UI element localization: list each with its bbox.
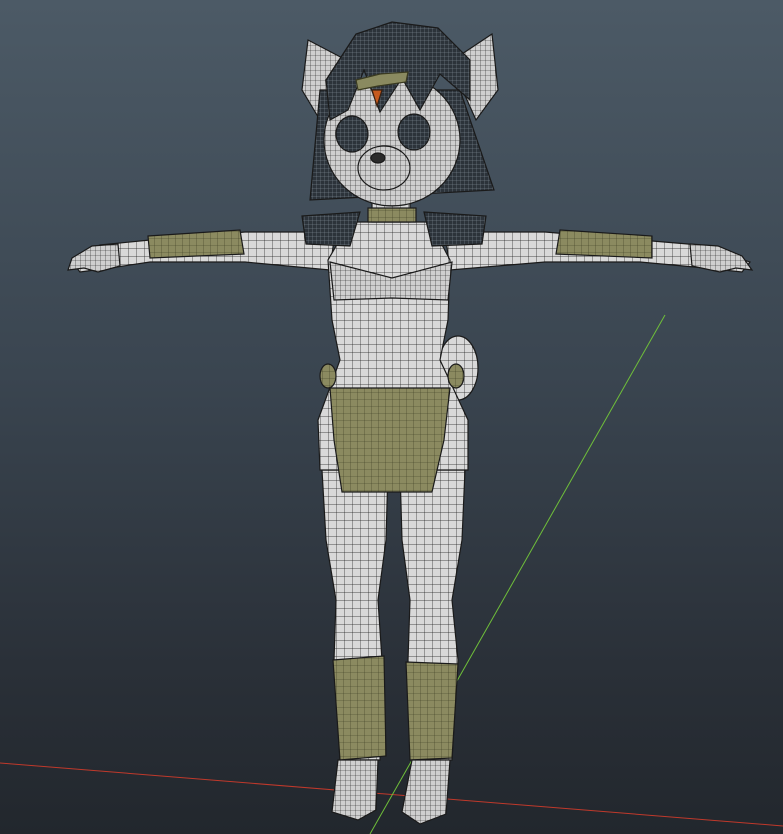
left-foot-mesh <box>331 759 379 821</box>
x-axis-line <box>0 762 783 827</box>
left-bracer <box>147 229 245 259</box>
left-belt-pouch <box>319 363 337 389</box>
right-foot-mesh <box>401 759 451 825</box>
left-eye <box>335 115 369 153</box>
3d-viewport[interactable] <box>0 0 783 834</box>
nose <box>370 152 386 164</box>
loincloth <box>329 387 451 493</box>
right-bracer <box>555 229 653 259</box>
left-shoulder-pad <box>301 211 361 247</box>
character-model[interactable] <box>67 21 754 825</box>
left-boot <box>332 655 387 761</box>
right-hand-mesh <box>689 243 754 273</box>
muzzle-mesh <box>357 145 411 191</box>
right-boot <box>405 661 459 761</box>
left-hand-mesh <box>67 243 121 273</box>
right-eye <box>397 113 431 151</box>
right-belt-pouch <box>447 363 465 389</box>
right-shoulder-pad <box>423 211 487 247</box>
viewport-scene[interactable] <box>0 0 783 834</box>
collar <box>367 207 417 223</box>
